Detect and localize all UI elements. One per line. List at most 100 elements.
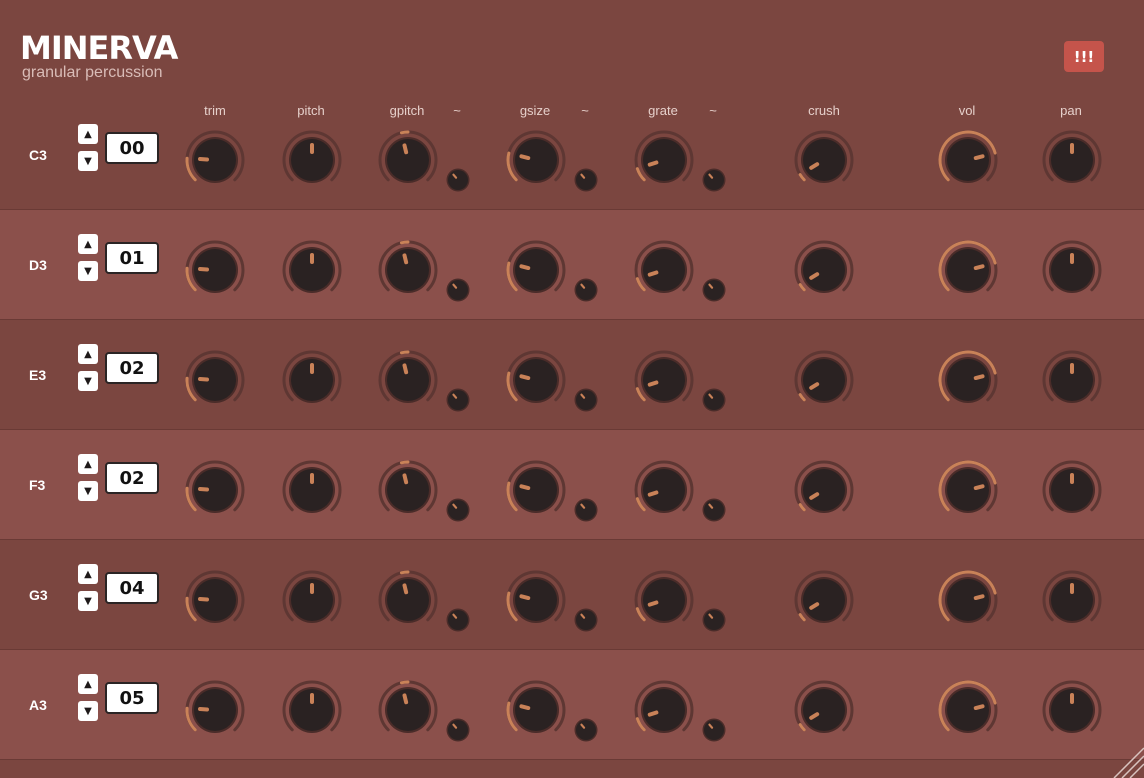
pitch-knob[interactable]	[280, 348, 344, 412]
sample-number-field[interactable]: 04	[105, 572, 159, 604]
crush-knob[interactable]	[792, 238, 856, 302]
gsize-knob[interactable]	[504, 238, 568, 302]
sample-up-button[interactable]: ▲	[78, 674, 98, 694]
sample-number-field[interactable]: 05	[105, 682, 159, 714]
grate-mod-knob[interactable]	[701, 607, 727, 633]
grate-mod-knob[interactable]	[701, 387, 727, 413]
sample-up-button[interactable]: ▲	[78, 454, 98, 474]
gpitch-knob[interactable]	[376, 678, 440, 742]
gsize-mod-knob[interactable]	[573, 717, 599, 743]
gsize-mod-knob[interactable]	[573, 497, 599, 523]
crush-knob[interactable]	[792, 678, 856, 742]
gpitch-knob[interactable]	[376, 348, 440, 412]
gpitch-mod-knob[interactable]	[445, 607, 471, 633]
crush-knob[interactable]	[792, 128, 856, 192]
gpitch-knob[interactable]	[376, 238, 440, 302]
sample-up-button[interactable]: ▲	[78, 564, 98, 584]
sample-number-field[interactable]: 02	[105, 352, 159, 384]
note-label: C3	[29, 147, 47, 163]
crush-knob[interactable]	[792, 348, 856, 412]
pan-knob[interactable]	[1040, 238, 1104, 302]
gpitch-knob[interactable]	[376, 568, 440, 632]
crush-knob[interactable]	[792, 568, 856, 632]
gpitch-knob[interactable]	[376, 128, 440, 192]
grate-mod-knob[interactable]	[701, 717, 727, 743]
crush-knob[interactable]	[792, 458, 856, 522]
pitch-knob[interactable]	[280, 128, 344, 192]
pan-knob[interactable]	[1040, 678, 1104, 742]
voice-row: G3 ▲ ▼ 04	[0, 540, 1144, 650]
sample-down-button[interactable]: ▼	[78, 701, 98, 721]
grate-knob[interactable]	[632, 128, 696, 192]
sample-down-button[interactable]: ▼	[78, 481, 98, 501]
app-title: MINERVA	[20, 29, 178, 67]
vol-knob[interactable]	[936, 128, 1000, 192]
grate-mod-knob[interactable]	[701, 167, 727, 193]
voice-row: E3 ▲ ▼ 02	[0, 320, 1144, 430]
trim-knob[interactable]	[183, 568, 247, 632]
grate-knob[interactable]	[632, 238, 696, 302]
grate-mod-knob[interactable]	[701, 277, 727, 303]
panic-button[interactable]: !!!	[1064, 41, 1104, 72]
gpitch-knob[interactable]	[376, 458, 440, 522]
sample-up-button[interactable]: ▲	[78, 344, 98, 364]
app-subtitle: granular percussion	[22, 64, 163, 81]
pan-knob[interactable]	[1040, 458, 1104, 522]
pan-knob[interactable]	[1040, 128, 1104, 192]
trim-knob[interactable]	[183, 458, 247, 522]
gpitch-mod-knob[interactable]	[445, 717, 471, 743]
grate-mod-knob[interactable]	[701, 497, 727, 523]
pitch-knob[interactable]	[280, 678, 344, 742]
note-label: G3	[29, 587, 48, 603]
sample-down-button[interactable]: ▼	[78, 591, 98, 611]
trim-knob[interactable]	[183, 348, 247, 412]
gsize-mod-knob[interactable]	[573, 167, 599, 193]
gsize-mod-knob[interactable]	[573, 277, 599, 303]
vol-knob[interactable]	[936, 238, 1000, 302]
trim-knob[interactable]	[183, 128, 247, 192]
voice-row: D3 ▲ ▼ 01	[0, 210, 1144, 320]
gsize-mod-knob[interactable]	[573, 387, 599, 413]
sample-up-button[interactable]: ▲	[78, 234, 98, 254]
gsize-knob[interactable]	[504, 348, 568, 412]
note-label: F3	[29, 477, 46, 493]
pan-knob[interactable]	[1040, 568, 1104, 632]
resize-handle-icon[interactable]	[1104, 738, 1144, 778]
voice-row: A3 ▲ ▼ 05	[0, 650, 1144, 760]
note-label: D3	[29, 257, 47, 273]
header: MINERVA granular percussion !!!	[0, 0, 1144, 100]
grate-knob[interactable]	[632, 458, 696, 522]
vol-knob[interactable]	[936, 458, 1000, 522]
note-label: E3	[29, 367, 47, 383]
sample-number-field[interactable]: 01	[105, 242, 159, 274]
pitch-knob[interactable]	[280, 568, 344, 632]
sample-down-button[interactable]: ▼	[78, 261, 98, 281]
pan-knob[interactable]	[1040, 348, 1104, 412]
gsize-knob[interactable]	[504, 568, 568, 632]
sample-down-button[interactable]: ▼	[78, 371, 98, 391]
grate-knob[interactable]	[632, 568, 696, 632]
pitch-knob[interactable]	[280, 458, 344, 522]
gpitch-mod-knob[interactable]	[445, 167, 471, 193]
voice-row: F3 ▲ ▼ 02	[0, 430, 1144, 540]
gpitch-mod-knob[interactable]	[445, 387, 471, 413]
gsize-mod-knob[interactable]	[573, 607, 599, 633]
vol-knob[interactable]	[936, 678, 1000, 742]
grate-knob[interactable]	[632, 678, 696, 742]
gsize-knob[interactable]	[504, 678, 568, 742]
gpitch-mod-knob[interactable]	[445, 277, 471, 303]
gpitch-mod-knob[interactable]	[445, 497, 471, 523]
voice-row: C3 ▲ ▼ 00	[0, 100, 1144, 210]
trim-knob[interactable]	[183, 238, 247, 302]
sample-up-button[interactable]: ▲	[78, 124, 98, 144]
sample-number-field[interactable]: 00	[105, 132, 159, 164]
gsize-knob[interactable]	[504, 128, 568, 192]
trim-knob[interactable]	[183, 678, 247, 742]
sample-down-button[interactable]: ▼	[78, 151, 98, 171]
vol-knob[interactable]	[936, 568, 1000, 632]
vol-knob[interactable]	[936, 348, 1000, 412]
sample-number-field[interactable]: 02	[105, 462, 159, 494]
pitch-knob[interactable]	[280, 238, 344, 302]
grate-knob[interactable]	[632, 348, 696, 412]
gsize-knob[interactable]	[504, 458, 568, 522]
